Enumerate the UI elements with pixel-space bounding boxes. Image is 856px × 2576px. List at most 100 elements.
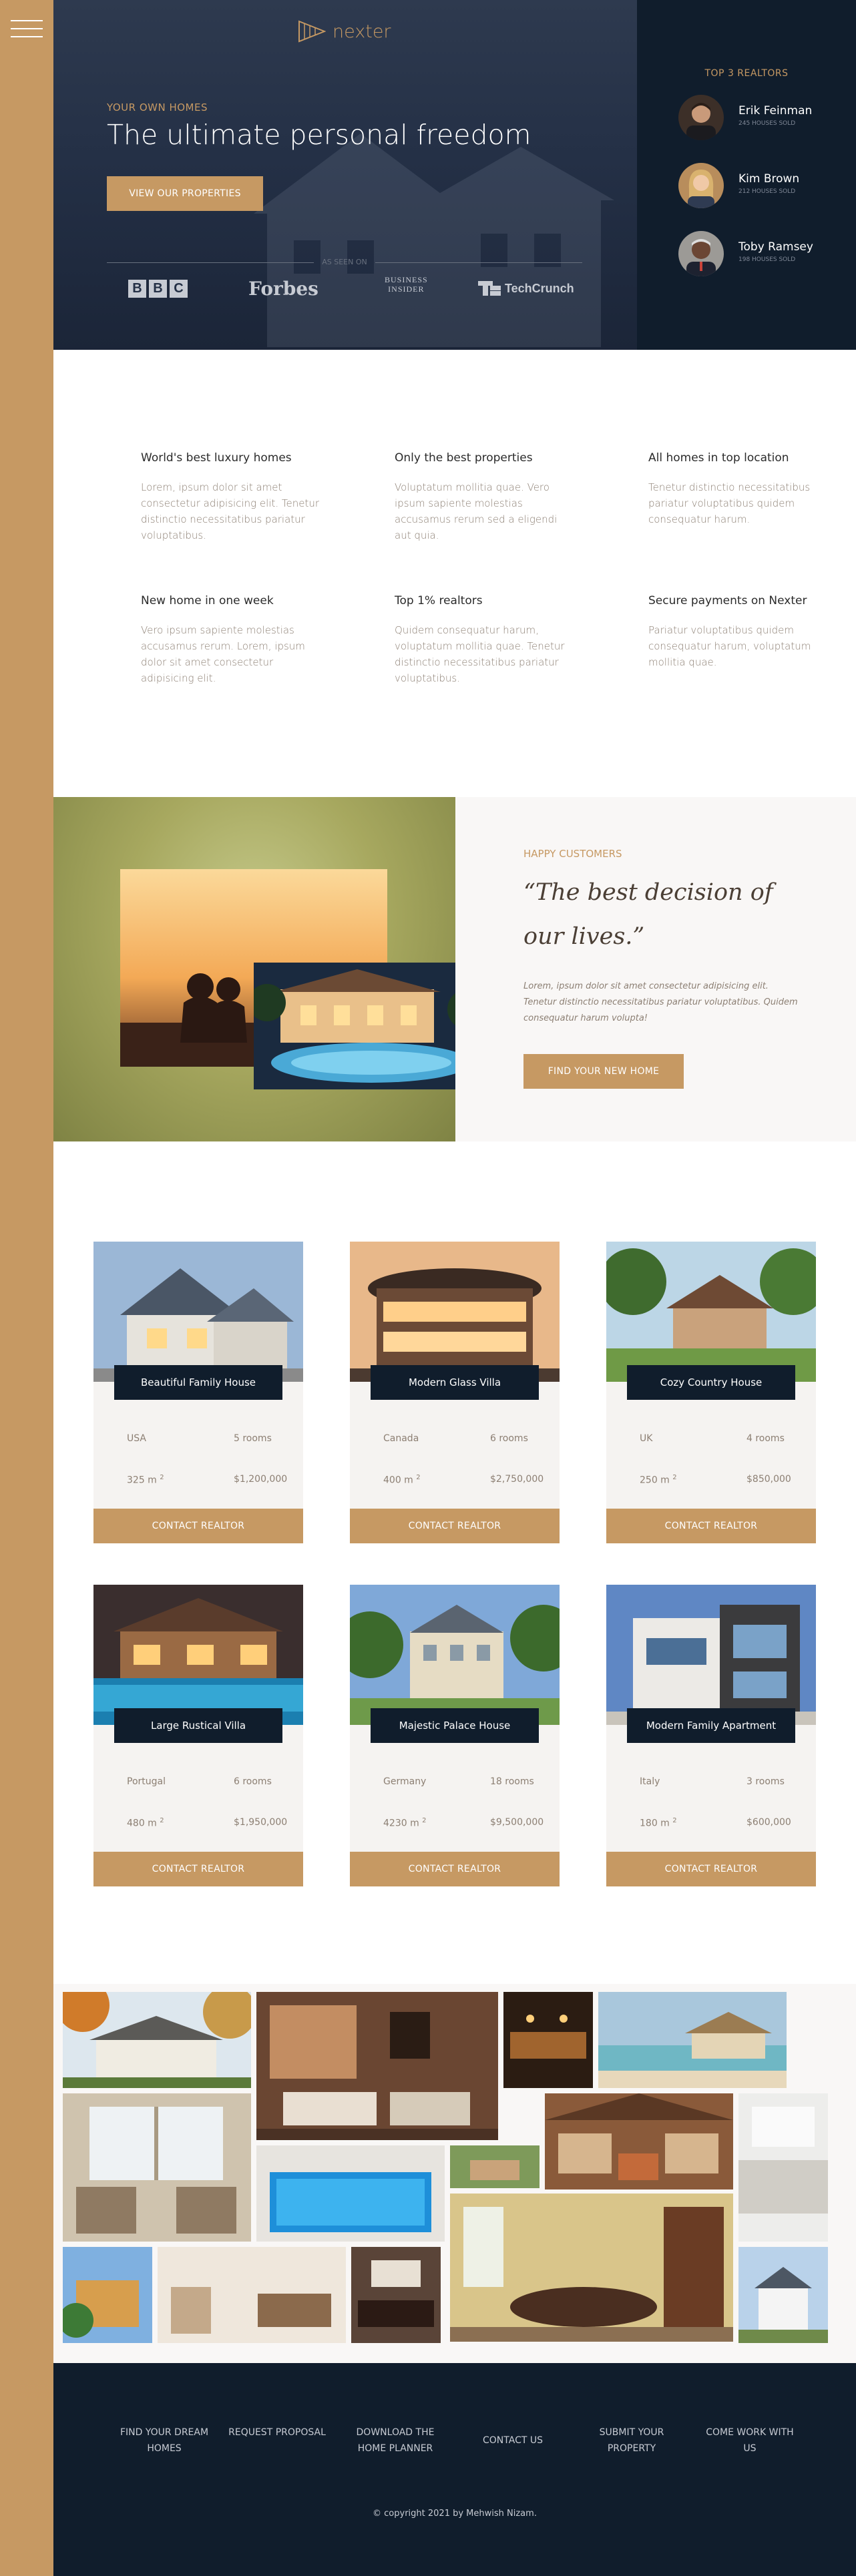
- contact-realtor-button[interactable]: CONTACT REALTOR: [350, 1852, 560, 1886]
- feature-text: Vero ipsum sapiente molestias accusamus …: [141, 624, 305, 684]
- realtor-sold: 245 HOUSES SOLD: [738, 120, 796, 127]
- realtor-card[interactable]: Erik Feinman 245 HOUSES SOLD: [678, 95, 839, 142]
- home-price: $1,950,000: [234, 1817, 288, 1828]
- realtor-name: Erik Feinman: [738, 104, 813, 117]
- feature-text: Lorem, ipsum dolor sit amet consectetur …: [141, 481, 320, 541]
- area-unit-superscript: 2: [160, 1817, 164, 1824]
- contact-realtor-button[interactable]: CONTACT REALTOR: [350, 1509, 560, 1543]
- footer-link-home-planner[interactable]: DOWNLOAD THE HOME PLANNER: [345, 2424, 445, 2457]
- realtor-card[interactable]: Toby Ramsey 198 HOUSES SOLD: [678, 231, 839, 278]
- realtor-card[interactable]: Kim Brown 212 HOUSES SOLD: [678, 163, 839, 210]
- home-card: Majestic Palace House Germany 18 rooms 4230…: [350, 1585, 560, 1886]
- footer-link-contact[interactable]: CONTACT US: [463, 2432, 563, 2449]
- home-photo: [350, 1585, 560, 1725]
- find-home-button[interactable]: FIND YOUR NEW HOME: [523, 1054, 684, 1089]
- copyright: © copyright 2021 by Mehwish Nizam.: [373, 2509, 537, 2519]
- gallery-image: [598, 1992, 787, 2088]
- gallery-image: [450, 2194, 733, 2342]
- realtor-sold: 198 HOUSES SOLD: [738, 256, 796, 263]
- home-country: USA: [127, 1433, 146, 1444]
- contact-realtor-button[interactable]: CONTACT REALTOR: [93, 1509, 303, 1543]
- area-unit-superscript: 2: [672, 1817, 677, 1824]
- home-card: Large Rustical Villa Portugal 6 rooms 480 m…: [93, 1585, 303, 1886]
- story-body: Lorem, ipsum dolor sit amet consectetur …: [523, 981, 798, 1023]
- logo-name: nexter: [333, 21, 391, 42]
- footer-link-dream-homes[interactable]: FIND YOUR DREAM HOMES: [114, 2424, 214, 2457]
- gallery-image: [256, 1992, 498, 2140]
- gallery-image: [450, 2145, 540, 2188]
- home-area: 325 m 2: [127, 1474, 164, 1486]
- logo-icon: [298, 20, 326, 43]
- features-section: World's best luxury homes Lorem, ipsum d…: [53, 350, 856, 797]
- area-unit-superscript: 2: [422, 1817, 427, 1824]
- home-name: Modern Glass Villa: [371, 1365, 539, 1400]
- gallery-image: [545, 2093, 733, 2189]
- home-name: Majestic Palace House: [371, 1708, 539, 1743]
- feature-item: Top 1% realtors Quidem consequatur harum…: [395, 594, 575, 686]
- home-name: Modern Family Apartment: [627, 1708, 795, 1743]
- feature-title: All homes in top location: [648, 451, 789, 465]
- forbes-logo: Forbes: [248, 277, 318, 300]
- feature-item: Secure payments on Nexter Pariatur volup…: [648, 594, 829, 670]
- story-quote: “The best decision of our lives.”: [523, 879, 773, 950]
- feature-title: Secure payments on Nexter: [648, 594, 807, 607]
- sidebar: [0, 0, 53, 2576]
- menu-icon[interactable]: [11, 17, 43, 40]
- home-photo: [350, 1242, 560, 1382]
- home-rooms: 6 rooms: [490, 1433, 528, 1444]
- logo[interactable]: nexter: [298, 20, 391, 43]
- home-price: $850,000: [746, 1474, 791, 1485]
- feature-title: Only the best properties: [395, 451, 533, 465]
- gallery-image: [351, 2247, 441, 2343]
- area-unit-superscript: 2: [416, 1474, 421, 1481]
- home-photo: [606, 1242, 816, 1382]
- techcrunch-logo: TechCrunch: [478, 275, 574, 302]
- home-card: Modern Family Apartment Italy 3 rooms 180 m…: [606, 1585, 816, 1886]
- gallery: [53, 1984, 856, 2363]
- home-name: Large Rustical Villa: [114, 1708, 282, 1743]
- feature-text: Tenetur distinctio necessitatibus pariat…: [648, 481, 811, 525]
- bbc-logo: BBC: [128, 275, 188, 302]
- feature-item: Only the best properties Voluptatum moll…: [395, 451, 575, 543]
- feature-text: Pariatur voluptatibus quidem consequatur…: [648, 624, 811, 668]
- feature-item: All homes in top location Tenetur distin…: [648, 451, 829, 527]
- home-photo: [606, 1585, 816, 1725]
- footer-link-request-proposal[interactable]: REQUEST PROPOSAL: [227, 2424, 327, 2440]
- home-rooms: 6 rooms: [234, 1776, 272, 1787]
- contact-realtor-button[interactable]: CONTACT REALTOR: [606, 1852, 816, 1886]
- business-insider-logo: BUSINESS INSIDER: [385, 275, 428, 294]
- realtor-sold: 212 HOUSES SOLD: [738, 188, 796, 195]
- story-content: HAPPY CUSTOMERS “The best decision of ou…: [455, 797, 856, 1141]
- footer-link-submit-property[interactable]: SUBMIT YOUR PROPERTY: [582, 2424, 682, 2457]
- seen-on-label: AS SEEN ON: [322, 258, 367, 266]
- contact-realtor-button[interactable]: CONTACT REALTOR: [606, 1509, 816, 1543]
- home-country: Portugal: [127, 1776, 166, 1787]
- gallery-image: [738, 2093, 828, 2242]
- home-card: Modern Glass Villa Canada 6 rooms 400 m 2 $2…: [350, 1242, 560, 1543]
- feature-text: Quidem consequatur harum, voluptatum mol…: [395, 624, 565, 684]
- gallery-image: [738, 2247, 828, 2343]
- contact-realtor-button[interactable]: CONTACT REALTOR: [93, 1852, 303, 1886]
- home-name: Cozy Country House: [627, 1365, 795, 1400]
- view-properties-button[interactable]: VIEW OUR PROPERTIES: [107, 176, 263, 211]
- home-area: 480 m 2: [127, 1817, 164, 1829]
- seen-on-divider: AS SEEN ON: [107, 256, 582, 270]
- feature-title: World's best luxury homes: [141, 451, 292, 465]
- footer-link-work-with-us[interactable]: COME WORK WITH US: [700, 2424, 800, 2457]
- realtor-name: Kim Brown: [738, 172, 800, 186]
- techcrunch-icon: [478, 281, 501, 296]
- home-photo: [93, 1585, 303, 1725]
- home-area: 4230 m 2: [383, 1817, 427, 1829]
- feature-title: Top 1% realtors: [395, 594, 483, 607]
- avatar: [678, 95, 724, 140]
- home-rooms: 3 rooms: [746, 1776, 785, 1787]
- home-name: Beautiful Family House: [114, 1365, 282, 1400]
- gallery-image: [503, 1992, 593, 2088]
- home-rooms: 4 rooms: [746, 1433, 785, 1444]
- footer: FIND YOUR DREAM HOMES REQUEST PROPOSAL D…: [53, 2363, 856, 2576]
- hero-tagline: YOUR OWN HOMES: [107, 101, 208, 113]
- feature-item: New home in one week Vero ipsum sapiente…: [141, 594, 321, 686]
- story-tag: HAPPY CUSTOMERS: [523, 848, 622, 860]
- gallery-image: [63, 1992, 251, 2088]
- home-rooms: 18 rooms: [490, 1776, 534, 1787]
